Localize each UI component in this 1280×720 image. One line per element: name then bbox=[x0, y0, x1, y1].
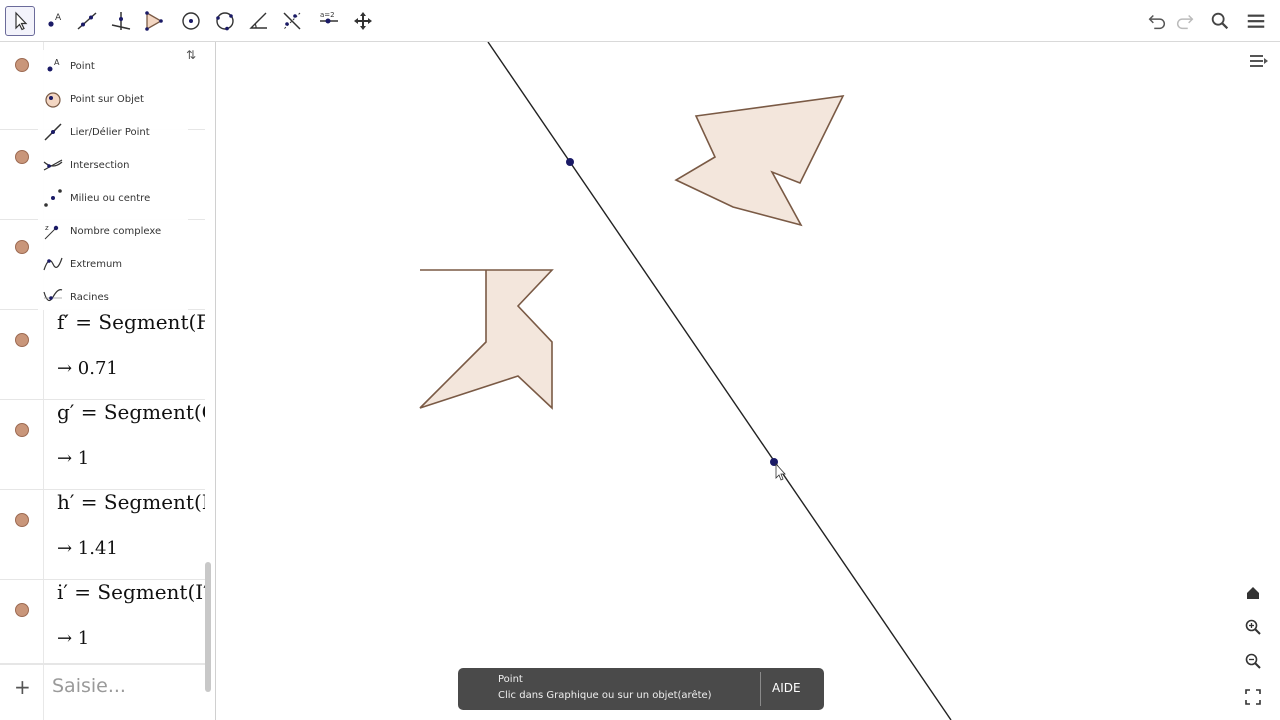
tooltip-divider bbox=[760, 672, 761, 706]
perpendicular-tool-button[interactable] bbox=[106, 6, 136, 36]
menu-item-point[interactable]: A Point bbox=[42, 52, 192, 80]
home-button[interactable] bbox=[1242, 582, 1264, 604]
roots-icon bbox=[43, 289, 63, 302]
tool-tooltip: Point Clic dans Graphique ou sur un obje… bbox=[458, 668, 824, 710]
zoom-out-button[interactable] bbox=[1242, 650, 1264, 672]
move-view-icon bbox=[354, 12, 372, 30]
add-icon[interactable]: + bbox=[14, 675, 31, 699]
zoom-in-icon bbox=[1245, 619, 1261, 635]
algebra-scrollbar[interactable] bbox=[205, 562, 211, 692]
algebra-definition[interactable]: h′ = Segment(H bbox=[57, 490, 205, 514]
complex-number-icon: z bbox=[44, 224, 59, 240]
visibility-toggle[interactable] bbox=[15, 603, 29, 617]
graphics-view[interactable] bbox=[216, 42, 1280, 720]
tooltip-title: Point bbox=[498, 674, 523, 685]
polygon-shape[interactable] bbox=[419, 269, 554, 410]
visibility-toggle[interactable] bbox=[15, 150, 29, 164]
circle-icon bbox=[216, 12, 234, 31]
polygon-tool-button[interactable] bbox=[139, 6, 169, 36]
menu-item-intersection[interactable]: Intersection bbox=[42, 151, 192, 179]
arrow-cursor-icon bbox=[15, 11, 28, 31]
visibility-toggle[interactable] bbox=[15, 513, 29, 527]
menu-item-roots[interactable]: Racines bbox=[42, 283, 192, 311]
style-bar-icon bbox=[1250, 55, 1268, 67]
circle-three-points-tool-button[interactable] bbox=[210, 6, 240, 36]
point-tool-button[interactable]: A bbox=[39, 6, 69, 36]
move-graphics-tool-button[interactable] bbox=[348, 6, 378, 36]
slider-tool-button[interactable]: a=2 bbox=[314, 6, 344, 36]
redo-icon bbox=[1177, 14, 1194, 30]
tooltip-text: Clic dans Graphique ou sur un objet(arêt… bbox=[498, 690, 712, 701]
search-button[interactable] bbox=[1207, 8, 1233, 34]
menu-item-midpoint[interactable]: Milieu ou centre bbox=[42, 184, 192, 212]
reflect-line-icon bbox=[283, 12, 301, 30]
svg-text:a=2: a=2 bbox=[320, 11, 335, 19]
point-icon: A bbox=[47, 58, 60, 72]
style-bar-button[interactable] bbox=[1248, 50, 1270, 72]
algebra-row-h[interactable]: h′ = Segment(H → 1.41 bbox=[0, 490, 205, 580]
menu-item-point-on-object[interactable]: Point sur Objet bbox=[42, 85, 192, 113]
algebra-sort-icon[interactable]: ⇅ bbox=[186, 48, 196, 62]
extremum-icon bbox=[43, 257, 63, 271]
visibility-toggle[interactable] bbox=[15, 58, 29, 72]
mouse-cursor-icon bbox=[775, 462, 786, 481]
menu-item-attach-point[interactable]: Lier/Délier Point bbox=[42, 118, 192, 146]
algebra-value: → 1 bbox=[57, 628, 90, 649]
toolbar: A a=2 bbox=[0, 0, 1280, 42]
midpoint-icon bbox=[44, 189, 62, 207]
main-menu-button[interactable] bbox=[1243, 8, 1269, 34]
circle-center-icon bbox=[182, 12, 200, 30]
algebra-row-g[interactable]: g′ = Segment(G → 1 bbox=[0, 400, 205, 490]
attach-point-icon bbox=[44, 123, 62, 141]
polygon-icon bbox=[145, 11, 163, 31]
home-icon bbox=[1247, 587, 1259, 599]
algebra-input-row[interactable]: + Saisie... bbox=[0, 664, 205, 710]
algebra-definition[interactable]: i′ = Segment(I′ bbox=[57, 580, 205, 604]
algebra-definition[interactable]: f′ = Segment(F bbox=[57, 310, 205, 334]
point-icon: A bbox=[48, 13, 62, 27]
svg-text:A: A bbox=[54, 58, 60, 67]
zoom-out-icon bbox=[1245, 653, 1261, 669]
algebra-value: → 0.71 bbox=[57, 358, 118, 379]
undo-icon bbox=[1148, 14, 1165, 30]
input-bar[interactable]: Saisie... bbox=[52, 675, 126, 697]
svg-text:z: z bbox=[45, 224, 49, 232]
perpendicular-icon bbox=[111, 12, 131, 30]
angle-tool-button[interactable] bbox=[243, 6, 273, 36]
menu-item-extremum[interactable]: Extremum bbox=[42, 250, 192, 278]
undo-button[interactable] bbox=[1144, 8, 1170, 34]
move-tool-button[interactable] bbox=[5, 6, 35, 36]
circle-tool-button[interactable] bbox=[176, 6, 206, 36]
slider-icon: a=2 bbox=[320, 11, 338, 24]
visibility-toggle[interactable] bbox=[15, 423, 29, 437]
point-on-object-icon bbox=[45, 92, 61, 108]
visibility-toggle[interactable] bbox=[15, 333, 29, 347]
zoom-in-button[interactable] bbox=[1242, 616, 1264, 638]
help-button[interactable]: AIDE bbox=[772, 681, 801, 695]
fullscreen-button[interactable] bbox=[1242, 686, 1264, 708]
graphics-canvas[interactable] bbox=[216, 42, 1280, 720]
reflect-tool-button[interactable] bbox=[277, 6, 307, 36]
redo-button[interactable] bbox=[1172, 8, 1198, 34]
search-icon bbox=[1211, 12, 1229, 30]
menu-icon bbox=[1247, 14, 1265, 28]
geogebra-app: A a=2 f′ = Segment(F → 0.71 g′ = Segment… bbox=[0, 0, 1280, 720]
svg-text:A: A bbox=[55, 13, 62, 23]
algebra-value: → 1 bbox=[57, 448, 90, 469]
algebra-row-i[interactable]: i′ = Segment(I′ → 1 bbox=[0, 580, 205, 664]
fullscreen-icon bbox=[1245, 689, 1261, 705]
angle-icon bbox=[249, 12, 267, 29]
intersection-icon bbox=[43, 159, 63, 171]
algebra-definition[interactable]: g′ = Segment(G bbox=[57, 400, 205, 424]
reflected-polygon-shape[interactable] bbox=[674, 95, 845, 227]
line-point[interactable] bbox=[566, 158, 574, 166]
point-tools-menu: A Point Point sur Objet Lier/Délier Poin… bbox=[38, 50, 188, 310]
menu-item-complex-number[interactable]: z Nombre complexe bbox=[42, 217, 192, 245]
line-tool-button[interactable] bbox=[72, 6, 102, 36]
visibility-toggle[interactable] bbox=[15, 240, 29, 254]
line-icon bbox=[77, 12, 97, 30]
algebra-row-f[interactable]: f′ = Segment(F → 0.71 bbox=[0, 310, 205, 400]
algebra-value: → 1.41 bbox=[57, 538, 118, 559]
